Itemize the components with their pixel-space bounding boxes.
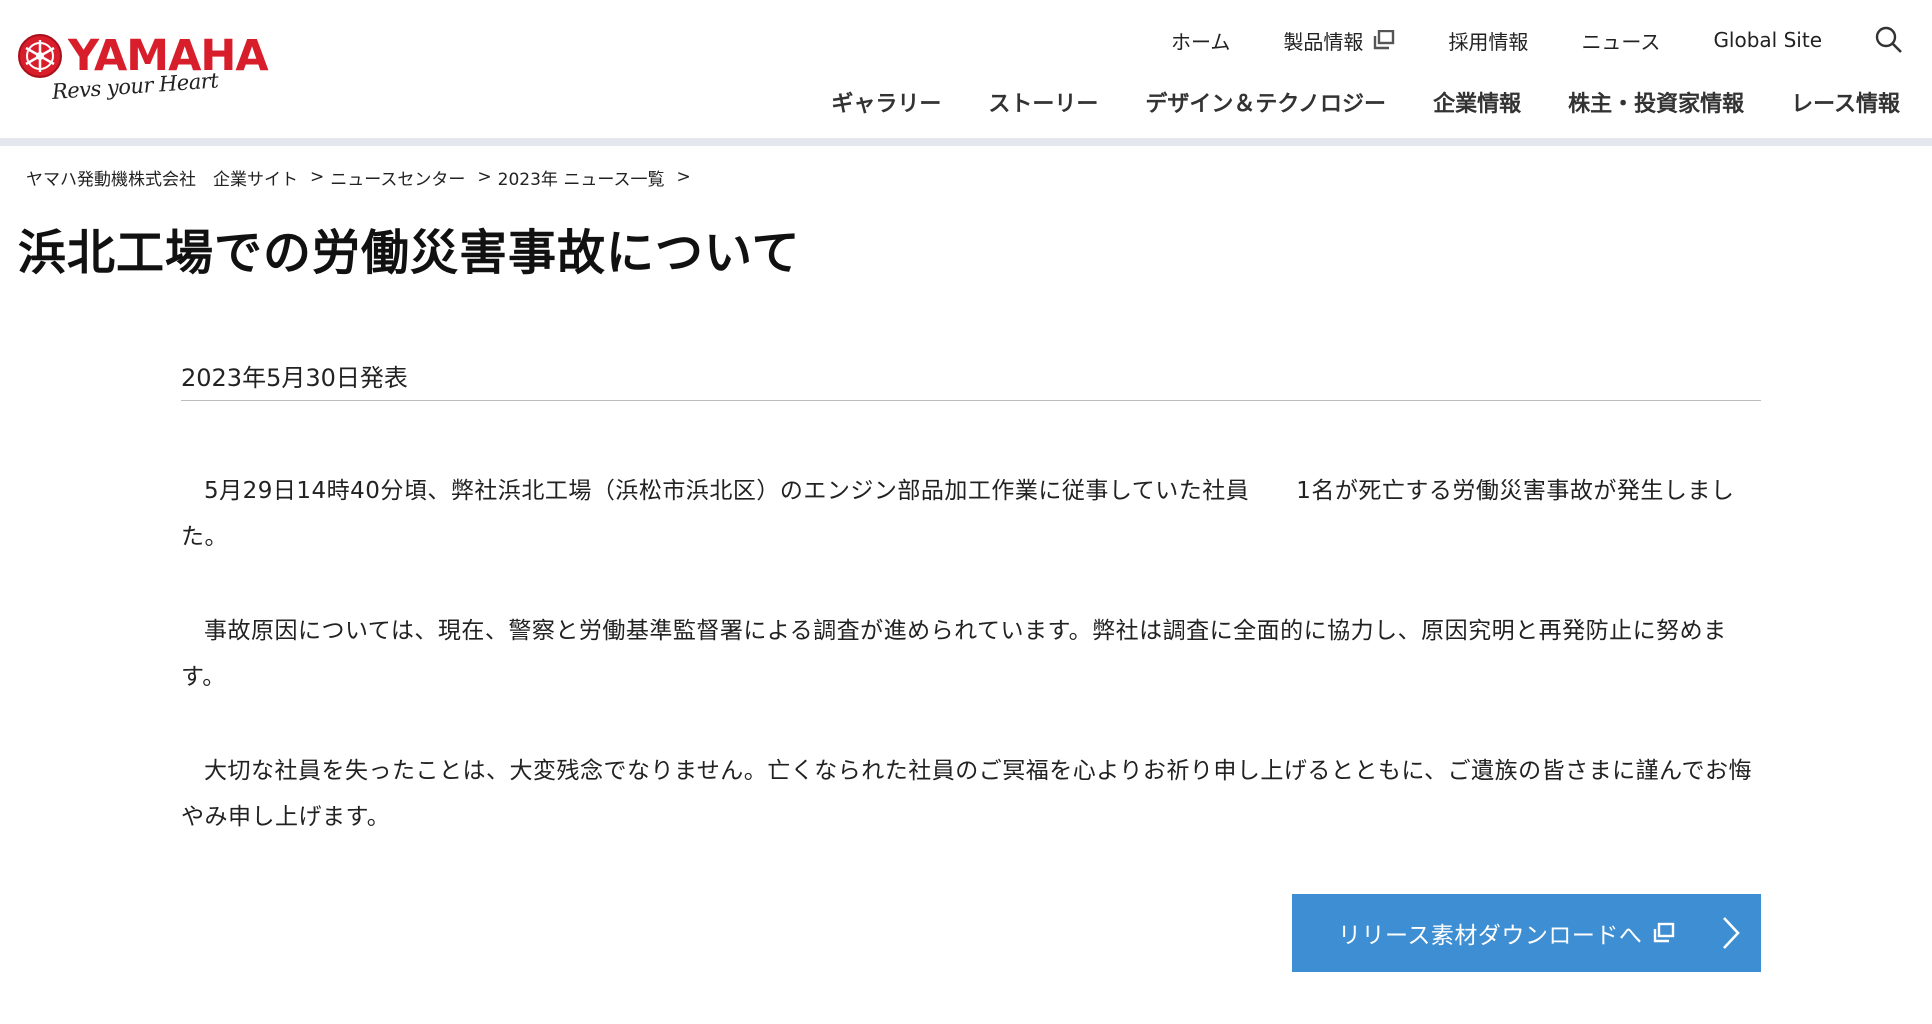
breadcrumb-item-news-center[interactable]: ニュースセンター (330, 165, 465, 190)
header-divider (0, 138, 1932, 146)
site-header: YAMAHA Revs your Heart ホーム 製品情報 採用情報 ニュー… (0, 0, 1932, 140)
util-nav-label: 製品情報 (1283, 29, 1364, 54)
page-title: 浜北工場での労働災害事故について (18, 225, 801, 281)
utility-nav: ホーム 製品情報 採用情報 ニュース Global Site (1118, 24, 1904, 56)
article-paragraph: 大切な社員を失ったことは、大変残念でなりません。亡くなられた社員のご冥福を心より… (181, 758, 1753, 830)
external-window-icon (1654, 922, 1675, 943)
main-nav-race-info[interactable]: レース情報 (1791, 86, 1900, 118)
util-nav-global-site[interactable]: Global Site (1713, 28, 1822, 52)
breadcrumb-separator: > (477, 167, 492, 187)
util-nav-home[interactable]: ホーム (1171, 26, 1230, 55)
download-button-label: リリース素材ダウンロードへ (1338, 923, 1643, 949)
breadcrumb-item-corporate-site[interactable]: ヤマハ発動機株式会社 企業サイト (26, 165, 298, 190)
breadcrumb-separator: > (676, 167, 691, 187)
date-divider (181, 400, 1761, 401)
search-icon[interactable] (1874, 25, 1904, 55)
breadcrumb-separator: > (310, 167, 325, 187)
main-nav-design-technology[interactable]: デザイン＆テクノロジー (1145, 86, 1386, 118)
main-nav: ギャラリー ストーリー デザイン＆テクノロジー 企業情報 株主・投資家情報 レー… (831, 84, 1900, 120)
util-nav-news[interactable]: ニュース (1581, 26, 1660, 55)
article-paragraph: 5月29日14時40分頃、弊社浜北工場（浜松市浜北区）のエンジン部品加工作業に従… (181, 478, 1735, 550)
util-nav-careers[interactable]: 採用情報 (1448, 26, 1528, 55)
yamaha-logo[interactable]: YAMAHA Revs your Heart (18, 28, 269, 118)
breadcrumb-item-news-list[interactable]: 2023年 ニュース一覧 (498, 165, 665, 190)
util-nav-label: ホーム (1171, 29, 1231, 54)
external-window-icon (1374, 30, 1395, 50)
publish-date: 2023年5月30日発表 (181, 364, 408, 392)
util-nav-label: ニュース (1581, 29, 1661, 54)
tuning-fork-emblem-icon (18, 34, 62, 78)
article-paragraph: 事故原因については、現在、警察と労働基準監督署による調査が進められています。弊社… (181, 618, 1727, 690)
util-nav-label: 採用情報 (1448, 29, 1529, 54)
util-nav-products[interactable]: 製品情報 (1283, 26, 1395, 55)
release-materials-download-button[interactable]: リリース素材ダウンロードへ (1292, 894, 1761, 972)
main-nav-gallery[interactable]: ギャラリー (831, 86, 941, 118)
main-nav-company-info[interactable]: 企業情報 (1433, 86, 1521, 118)
page: YAMAHA Revs your Heart ホーム 製品情報 採用情報 ニュー… (0, 0, 1932, 1024)
main-nav-story[interactable]: ストーリー (988, 86, 1098, 118)
news-article: 2023年5月30日発表 5月29日14時40分頃、弊社浜北工場（浜松市浜北区）… (181, 358, 1761, 830)
breadcrumb: ヤマハ発動機株式会社 企業サイト > ニュースセンター > 2023年 ニュース… (26, 164, 697, 190)
util-nav-label: Global Site (1713, 28, 1822, 52)
chevron-right-icon (1723, 917, 1740, 949)
main-nav-investor-info[interactable]: 株主・投資家情報 (1568, 86, 1744, 118)
